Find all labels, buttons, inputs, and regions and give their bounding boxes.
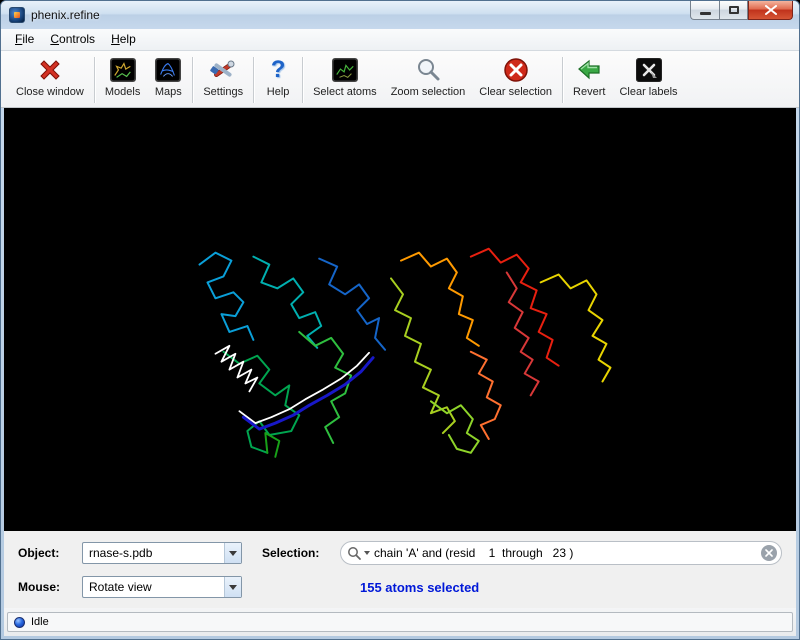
close-window-icon [36,56,64,84]
window-title: phenix.refine [31,8,100,22]
toolbar-label: Models [105,86,140,98]
toolbar-label: Maps [155,86,182,98]
settings-icon [209,56,237,84]
object-label: Object: [18,546,82,560]
selection-label: Selection: [262,546,340,560]
clear-search-button[interactable] [761,545,777,561]
molecule-viewport[interactable] [4,108,796,531]
selection-input[interactable] [374,546,761,560]
select-atoms-button[interactable]: Select atoms [306,55,384,99]
toolbar-label: Clear labels [619,86,677,98]
app-icon [9,7,25,23]
toolbar-label: Clear selection [479,86,552,98]
mouse-value: Rotate view [83,580,224,594]
status-text: Idle [31,616,49,628]
toolbar-label: Select atoms [313,86,377,98]
toolbar-separator [302,57,303,103]
toolbar-label: Close window [16,86,84,98]
models-button[interactable]: Models [98,55,147,99]
toolbar-separator [94,57,95,103]
zoom-selection-button[interactable]: Zoom selection [384,55,473,99]
clear-selection-button[interactable]: Clear selection [472,55,559,99]
zoom-selection-icon [414,56,442,84]
toolbar-separator [192,57,193,103]
close-window-button[interactable]: Close window [9,55,91,99]
chevron-down-icon[interactable] [224,577,241,597]
maps-icon [154,56,182,84]
status-field: Idle [7,612,793,632]
menu-help[interactable]: Help [103,29,144,49]
maximize-icon [729,6,739,14]
toolbar-label: Help [267,86,290,98]
help-button[interactable]: ? Help [257,55,299,99]
minimize-icon [700,12,711,15]
maps-button[interactable]: Maps [147,55,189,99]
close-icon [765,5,777,15]
mouse-dropdown[interactable]: Rotate view [82,576,242,598]
revert-button[interactable]: Revert [566,55,612,99]
clear-labels-button[interactable]: Clear labels [612,55,684,99]
toolbar: Close window Models Maps [1,51,799,109]
maximize-button[interactable] [719,1,748,20]
molecule-render [4,108,796,531]
control-panel: Object: rnase-s.pdb Selection: [4,531,796,608]
object-value: rnase-s.pdb [83,546,224,560]
menu-bar: File Controls Help [1,29,799,51]
settings-button[interactable]: Settings [196,55,250,99]
clear-search-icon [765,549,773,557]
status-bar: Idle [4,608,796,636]
close-button[interactable] [748,1,793,20]
search-icon[interactable] [347,546,370,561]
toolbar-separator [562,57,563,103]
selection-searchbox[interactable] [340,541,782,565]
select-atoms-icon [331,56,359,84]
chevron-down-icon[interactable] [224,543,241,563]
search-options-arrow-icon [364,551,370,555]
mouse-label: Mouse: [18,580,82,594]
atoms-selected-text: 155 atoms selected [360,580,479,595]
revert-icon [575,56,603,84]
help-icon: ? [264,56,292,84]
object-dropdown[interactable]: rnase-s.pdb [82,542,242,564]
app-window: phenix.refine File Controls Help Close w… [0,0,800,640]
title-bar[interactable]: phenix.refine [1,1,799,29]
minimize-button[interactable] [690,1,719,20]
toolbar-label: Zoom selection [391,86,466,98]
toolbar-label: Revert [573,86,605,98]
toolbar-label: Settings [203,86,243,98]
menu-file[interactable]: File [7,29,42,49]
toolbar-separator [253,57,254,103]
menu-controls[interactable]: Controls [42,29,103,49]
models-icon [109,56,137,84]
clear-labels-icon [635,56,663,84]
clear-selection-icon [502,56,530,84]
status-led-icon [14,617,25,628]
